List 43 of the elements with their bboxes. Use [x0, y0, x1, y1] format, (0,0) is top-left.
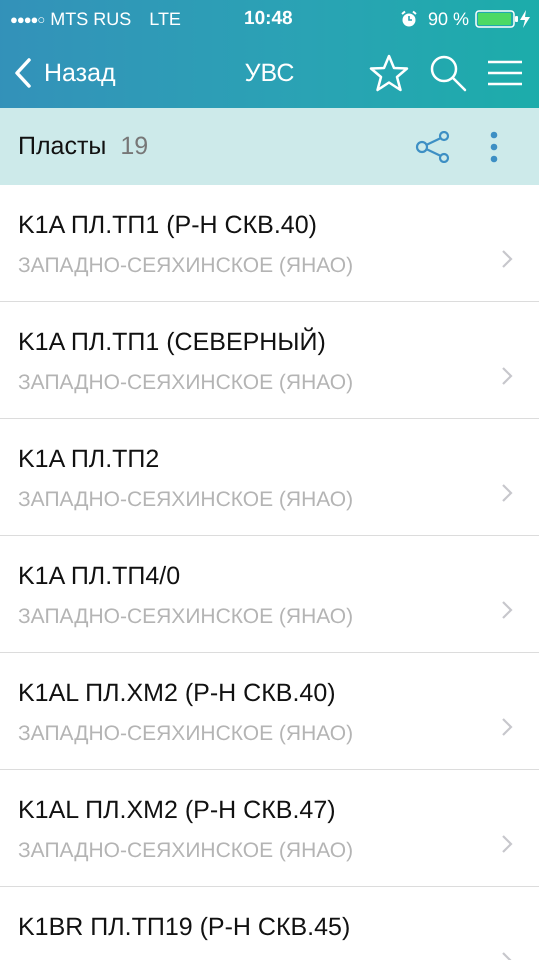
item-subtitle: ЗАПАДНО-СЕЯХИНСКОЕ (ЯНАО) — [18, 488, 354, 512]
item-subtitle: ЗАПАДНО-СЕЯХИНСКОЕ (ЯНАО) — [18, 722, 354, 746]
chevron-right-icon — [501, 249, 513, 269]
chevron-right-icon — [501, 366, 513, 386]
alarm-icon — [400, 10, 418, 28]
battery-icon — [475, 9, 519, 29]
section-title: Пласты — [18, 132, 106, 161]
item-subtitle: ЗАПАДНО-СЕЯХИНСКОЕ (ЯНАО) — [18, 254, 354, 278]
charging-icon — [519, 9, 531, 29]
list-item[interactable]: K1A ПЛ.ТП1 (СЕВЕРНЫЙ) ЗАПАДНО-СЕЯХИНСКОЕ (ЯНАО) — [0, 302, 539, 419]
chevron-right-icon — [501, 717, 513, 737]
item-subtitle: ЗАПАДНО-СЕЯХИНСКОЕ (ЯНАО) — [18, 370, 354, 395]
network-type: LTE — [149, 8, 181, 30]
list-item[interactable]: K1AL ПЛ.ХМ2 (Р-Н СКВ.47) ЗАПАДНО-СЕЯХИНСКОЕ (ЯНАО) — [0, 770, 539, 887]
list-item[interactable]: K1A ПЛ.ТП1 (Р-Н СКВ.40) ЗАПАДНО-СЕЯХИНСКОЕ (ЯНАО) — [0, 185, 539, 302]
item-title: K1A ПЛ.ТП1 (Р-Н СКВ.40) — [18, 211, 318, 240]
share-icon[interactable] — [415, 130, 451, 162]
item-subtitle: ЗАПАДНО-СЕЯХИНСКОЕ (ЯНАО) — [18, 604, 354, 629]
star-icon[interactable] — [369, 54, 409, 92]
list-item[interactable]: K1A ПЛ.ТП2 ЗАПАДНО-СЕЯХИНСКОЕ (ЯНАО) — [0, 419, 539, 536]
search-icon[interactable] — [429, 54, 467, 92]
item-title: K1A ПЛ.ТП4/0 — [18, 562, 182, 591]
battery-percentage: 90 % — [428, 8, 469, 30]
list-item[interactable]: K1BR ПЛ.ТП19 (Р-Н СКВ.45) — [0, 887, 539, 960]
list-item[interactable]: K1AL ПЛ.ХМ2 (Р-Н СКВ.40) ЗАПАДНО-СЕЯХИНСКОЕ (ЯНАО) — [0, 653, 539, 770]
clock: 10:48 — [244, 8, 293, 30]
item-count: 19 — [120, 132, 148, 161]
chevron-right-icon — [501, 834, 513, 854]
item-title: K1AL ПЛ.ХМ2 (Р-Н СКВ.47) — [18, 796, 337, 825]
item-title: K1AL ПЛ.ХМ2 (Р-Н СКВ.40) — [18, 679, 337, 708]
chevron-right-icon — [501, 600, 513, 620]
carrier-name: MTS RUS — [50, 8, 132, 30]
signal-strength: ●●●●○ — [10, 12, 44, 26]
item-title: K1A ПЛ.ТП1 (СЕВЕРНЫЙ) — [18, 328, 327, 357]
item-subtitle: ЗАПАДНО-СЕЯХИНСКОЕ (ЯНАО) — [18, 838, 354, 863]
item-title: K1BR ПЛ.ТП19 (Р-Н СКВ.45) — [18, 913, 352, 942]
list-item[interactable]: K1A ПЛ.ТП4/0 ЗАПАДНО-СЕЯХИНСКОЕ (ЯНАО) — [0, 536, 539, 653]
item-title: K1A ПЛ.ТП2 — [18, 445, 160, 474]
more-options-icon[interactable] — [489, 130, 499, 162]
screen-title: УВС — [244, 58, 296, 88]
menu-icon[interactable] — [487, 60, 523, 86]
chevron-left-icon — [14, 57, 32, 89]
chevron-right-icon — [501, 483, 513, 503]
